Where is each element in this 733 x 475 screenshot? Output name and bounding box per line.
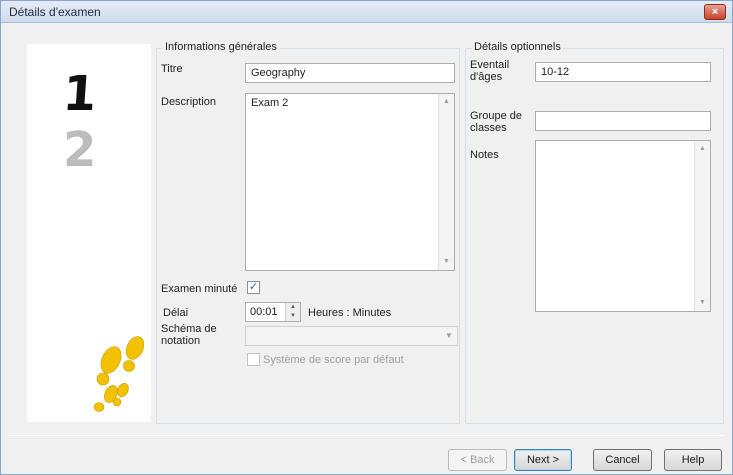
general-info-group: Informations générales Titre Geography D… <box>156 41 460 424</box>
delay-stepper[interactable]: 00:01 ▲ ▼ <box>245 302 301 322</box>
spin-up-icon[interactable]: ▲ <box>286 303 300 312</box>
scroll-down-icon[interactable]: ▼ <box>439 254 454 270</box>
scheme-select[interactable]: ▼ <box>245 326 458 346</box>
help-button[interactable]: Help <box>664 449 722 471</box>
window-title: Détails d'examen <box>9 5 101 19</box>
footprints-icon <box>93 336 145 412</box>
notes-label: Notes <box>470 149 499 161</box>
exam-details-dialog: Détails d'examen × 1 2 Informations géné… <box>0 0 733 475</box>
scroll-up-icon[interactable]: ▲ <box>695 141 710 157</box>
general-info-title: Informations générales <box>163 41 279 53</box>
description-scrollbar[interactable]: ▲ ▼ <box>438 94 454 270</box>
notes-field[interactable]: ▲ ▼ <box>535 140 711 312</box>
age-range-field[interactable]: 10-12 <box>535 62 711 82</box>
step-current-number: 1 <box>61 66 99 122</box>
optional-details-title: Détails optionnels <box>472 41 563 53</box>
delay-unit-label: Heures : Minutes <box>308 307 392 319</box>
title-field[interactable]: Geography <box>245 63 455 83</box>
cancel-button[interactable]: Cancel <box>593 449 652 471</box>
class-group-label: Groupe de classes <box>470 110 522 134</box>
title-label: Titre <box>161 63 183 75</box>
back-button[interactable]: < Back <box>448 449 507 471</box>
default-score-label: Système de score par défaut <box>263 354 404 366</box>
wizard-side-panel: 1 2 <box>27 44 151 422</box>
dialog-content: 1 2 Informations générales Titre Geograp… <box>1 24 732 474</box>
delay-spin-buttons[interactable]: ▲ ▼ <box>285 303 300 321</box>
description-label: Description <box>161 96 217 108</box>
delay-label: Délai <box>163 307 189 319</box>
title-bar[interactable]: Détails d'examen × <box>1 1 732 23</box>
description-text: Exam 2 <box>251 97 289 109</box>
step-next-number: 2 <box>63 122 97 178</box>
description-field[interactable]: Exam 2 ▲ ▼ <box>245 93 455 271</box>
spin-down-icon[interactable]: ▼ <box>286 312 300 321</box>
optional-details-group: Détails optionnels Eventail d'âges 10-12… <box>465 41 724 424</box>
next-button[interactable]: Next > <box>514 449 572 471</box>
scheme-label: Schéma de notation <box>161 323 217 347</box>
class-group-field[interactable] <box>535 111 711 131</box>
timed-exam-label: Examen minuté <box>161 283 238 295</box>
age-range-label: Eventail d'âges <box>470 59 510 83</box>
scroll-up-icon[interactable]: ▲ <box>439 94 454 110</box>
timed-exam-checkbox[interactable]: ✓ <box>247 281 260 294</box>
notes-scrollbar[interactable]: ▲ ▼ <box>694 141 710 311</box>
footer-divider <box>9 435 724 436</box>
delay-value: 00:01 <box>250 306 278 318</box>
scroll-down-icon[interactable]: ▼ <box>695 295 710 311</box>
chevron-down-icon[interactable]: ▼ <box>441 327 457 345</box>
close-button[interactable]: × <box>704 4 726 20</box>
default-score-checkbox[interactable] <box>247 353 260 366</box>
